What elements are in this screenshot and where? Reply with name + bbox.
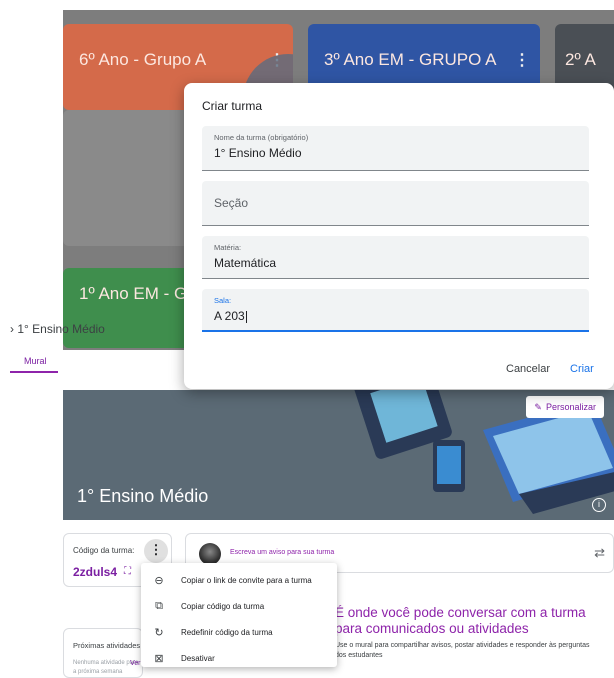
field-label: Matéria:: [214, 243, 242, 252]
create-button[interactable]: Criar: [570, 363, 594, 375]
class-title: 1° Ensino Médio: [77, 486, 209, 506]
class-card-title: 3º Ano EM - GRUPO A: [324, 50, 497, 69]
cancel-button[interactable]: Cancelar: [506, 363, 550, 375]
more-options-icon[interactable]: ⋮: [514, 50, 530, 70]
class-name-field[interactable]: Nome da turma (obrigatório) 1° Ensino Mé…: [202, 126, 589, 171]
pencil-icon: ✎: [534, 401, 542, 412]
disable-icon: ⊠: [154, 653, 164, 665]
field-value: A 203: [214, 309, 247, 323]
section-field[interactable]: Seção: [202, 181, 589, 226]
class-card-title: 6º Ano - Grupo A: [79, 50, 207, 69]
class-code-value: 2zduls4: [73, 565, 118, 579]
class-code-menu: ⊖ Copiar o link de convite para a turma …: [141, 563, 337, 667]
class-banner: ✎ Personalizar 1° Ensino Médio i: [63, 390, 614, 520]
class-code-label: Código da turma:: [73, 546, 135, 555]
announce-placeholder[interactable]: Escreva um aviso para sua turma: [230, 549, 334, 556]
field-value: 1° Ensino Médio: [214, 146, 302, 160]
menu-item-disable[interactable]: ⊠ Desativar: [141, 646, 337, 672]
create-class-dialog: Criar turma Nome da turma (obrigatório) …: [184, 83, 614, 389]
upcoming-title: Próximas atividades: [73, 641, 141, 650]
dialog-title: Criar turma: [202, 99, 263, 113]
upcoming-card: Próximas atividades Nenhuma atividade pa…: [63, 628, 143, 678]
field-placeholder: Seção: [214, 196, 249, 210]
field-label: Nome da turma (obrigatório): [214, 133, 309, 142]
room-field[interactable]: Sala: A 203: [202, 289, 589, 332]
customize-button[interactable]: ✎ Personalizar: [526, 396, 604, 418]
more-options-icon[interactable]: ⋮: [144, 539, 168, 563]
menu-item-reset-code[interactable]: ↻ Redefinir código da turma: [141, 620, 337, 646]
info-icon[interactable]: i: [592, 498, 606, 512]
field-value: Matemática: [214, 256, 277, 270]
class-card-title: 2º A: [565, 50, 596, 69]
menu-item-copy-code[interactable]: ⧉ Copiar código da turma: [141, 594, 337, 620]
link-icon: ⊖: [154, 575, 164, 587]
class-card-title: 1º Ano EM - G: [79, 284, 188, 303]
fullscreen-icon[interactable]: ⛶: [124, 566, 131, 577]
field-label: Sala:: [214, 296, 232, 305]
view-all-link[interactable]: Ver: [130, 660, 141, 667]
tab-indicator: [10, 371, 58, 373]
copy-icon: ⧉: [155, 600, 163, 612]
stream-heading: É onde você pode conversar com a turma p…: [335, 605, 586, 636]
avatar: [199, 543, 221, 565]
subject-field[interactable]: Matéria: Matemática: [202, 236, 589, 279]
repost-icon[interactable]: ⇄: [594, 545, 605, 561]
reset-icon: ↻: [154, 627, 164, 639]
tab-mural[interactable]: Mural: [24, 356, 47, 366]
menu-item-copy-invite-link[interactable]: ⊖ Copiar o link de convite para a turma: [141, 568, 337, 594]
breadcrumb[interactable]: › 1° Ensino Médio: [10, 322, 105, 336]
stream-subtext: Use o mural para compartilhar avisos, po…: [335, 642, 590, 659]
